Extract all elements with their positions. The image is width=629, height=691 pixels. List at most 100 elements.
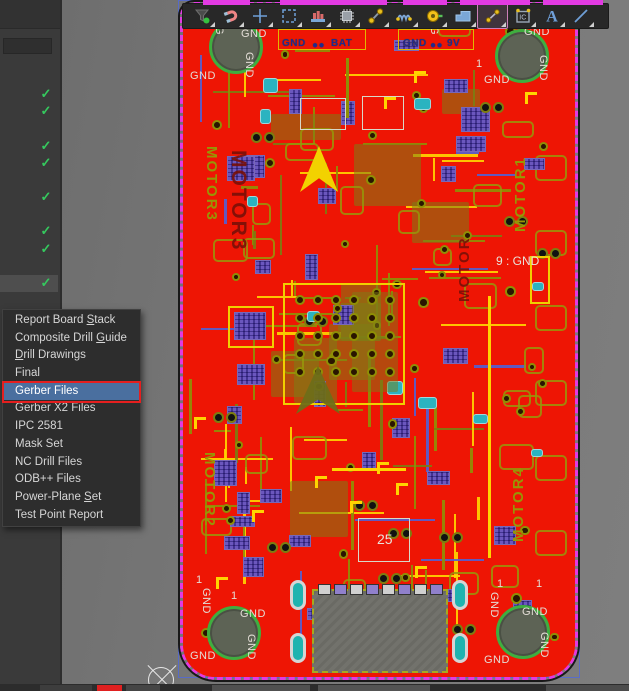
trace <box>338 409 363 411</box>
pcb-editor-window: ✓✓✓✓✓✓✓✓ GNDGNDGNDGGNDGNDGND1GGND1GND1GN… <box>0 0 629 691</box>
smd-pad-array <box>305 254 318 280</box>
menu-item-gerber-files[interactable]: Gerber Files <box>3 383 140 401</box>
menu-item-gerber-x2-files[interactable]: Gerber X2 Files <box>3 400 140 418</box>
output-enabled-check[interactable]: ✓ <box>36 275 56 291</box>
trace <box>414 436 416 509</box>
column-chart-icon[interactable] <box>303 4 332 28</box>
component-icon[interactable]: IC <box>508 4 537 28</box>
menu-item-composite-drill-guide[interactable]: Composite Drill Guide <box>3 330 140 348</box>
via <box>385 331 395 341</box>
tool-dropdown-arrow[interactable] <box>531 22 536 27</box>
via <box>272 355 281 364</box>
track-icon[interactable] <box>477 3 508 29</box>
gnd-label: GND <box>522 606 548 618</box>
line-icon[interactable] <box>566 4 595 28</box>
output-enabled-check[interactable]: ✓ <box>36 103 56 119</box>
tool-dropdown-arrow[interactable] <box>589 22 594 27</box>
trace <box>426 408 429 471</box>
motor-silk-label: MOTOR1 <box>512 156 529 232</box>
smd-pad-array <box>243 557 264 577</box>
via <box>232 273 240 281</box>
via <box>235 441 243 449</box>
fabrication-outputs-menu: Report Board StackComposite Drill GuideD… <box>2 309 141 527</box>
plated-slot <box>452 633 468 663</box>
tool-dropdown-arrow[interactable] <box>413 22 418 27</box>
via <box>388 419 397 428</box>
menu-item-nc-drill-files[interactable]: NC Drill Files <box>3 454 140 472</box>
menu-item-final[interactable]: Final <box>3 365 140 383</box>
layer-tab[interactable] <box>546 685 629 691</box>
via <box>385 349 395 359</box>
tool-dropdown-arrow[interactable] <box>297 22 302 27</box>
via <box>331 313 341 323</box>
via <box>313 349 323 359</box>
gnd-label: GND <box>240 608 266 620</box>
via <box>505 286 516 297</box>
tool-dropdown-arrow[interactable] <box>326 22 331 27</box>
via <box>331 295 341 305</box>
polygon-pour-icon[interactable] <box>448 4 477 28</box>
crosshair-icon[interactable] <box>245 4 274 28</box>
motor-silk-label: MOTOR <box>456 236 473 302</box>
layer-tab[interactable] <box>97 685 122 691</box>
menu-item-drill-drawings[interactable]: Drill Drawings <box>3 347 140 365</box>
menu-item-mask-set[interactable]: Mask Set <box>3 436 140 454</box>
layer-tab[interactable] <box>212 685 310 691</box>
layer-tab[interactable] <box>40 685 92 691</box>
route-icon[interactable] <box>361 4 390 28</box>
pcb-board[interactable]: GNDGNDGNDGGNDGNDGND1GGND1GND1GNDGNDGND1G… <box>183 5 575 677</box>
footprint-courtyard <box>340 186 364 215</box>
connector-pad <box>350 584 363 595</box>
via <box>331 331 341 341</box>
via <box>341 240 349 248</box>
menu-item-ipc-2581[interactable]: IPC 2581 <box>3 418 140 436</box>
tool-dropdown-arrow[interactable] <box>268 22 273 27</box>
trace <box>412 268 488 270</box>
smd-pad-array <box>255 260 271 275</box>
selection-box-icon[interactable] <box>274 4 303 28</box>
tool-dropdown-arrow[interactable] <box>239 22 244 27</box>
differential-pair-icon[interactable] <box>390 4 419 28</box>
via <box>226 516 235 525</box>
trace <box>433 158 435 181</box>
trace <box>228 73 230 129</box>
tool-dropdown-arrow[interactable] <box>384 22 389 27</box>
tool-dropdown-arrow[interactable] <box>501 22 506 27</box>
tool-dropdown-arrow[interactable] <box>560 22 565 27</box>
power-net-label: BAT <box>331 38 352 49</box>
output-enabled-check[interactable]: ✓ <box>36 241 56 257</box>
trace <box>277 79 322 81</box>
magnet-icon[interactable] <box>216 4 245 28</box>
output-enabled-check[interactable]: ✓ <box>36 138 56 154</box>
gnd-label: GND <box>245 634 257 660</box>
via <box>349 349 359 359</box>
menu-item-report-board-stack[interactable]: Report Board Stack <box>3 312 140 330</box>
output-enabled-check[interactable]: ✓ <box>36 155 56 171</box>
text-string-icon[interactable]: A <box>537 4 566 28</box>
output-enabled-check[interactable]: ✓ <box>36 223 56 239</box>
outputs-panel-field[interactable] <box>3 38 52 54</box>
layer-tab[interactable] <box>318 685 430 691</box>
tool-dropdown-arrow[interactable] <box>355 22 360 27</box>
tool-dropdown-arrow[interactable] <box>210 22 215 27</box>
via <box>295 367 305 377</box>
copper-patch <box>290 481 348 537</box>
chip-icon[interactable] <box>332 4 361 28</box>
via <box>331 349 341 359</box>
tool-dropdown-arrow[interactable] <box>471 22 476 27</box>
trace <box>477 497 480 519</box>
menu-item-odb-files[interactable]: ODB++ Files <box>3 471 140 489</box>
via <box>295 295 305 305</box>
gnd-label: GND <box>190 650 216 662</box>
pad-icon[interactable] <box>419 4 448 28</box>
tool-dropdown-arrow[interactable] <box>442 22 447 27</box>
net-label: 25 <box>377 531 393 547</box>
filter-icon[interactable] <box>187 4 216 28</box>
output-enabled-check[interactable]: ✓ <box>36 86 56 102</box>
menu-item-power-plane-set[interactable]: Power-Plane Set <box>3 489 140 507</box>
output-enabled-check[interactable]: ✓ <box>36 189 56 205</box>
layer-tab[interactable] <box>126 685 160 691</box>
via <box>295 331 305 341</box>
menu-item-test-point-report[interactable]: Test Point Report <box>3 507 140 525</box>
svg-text:IC: IC <box>519 15 526 22</box>
